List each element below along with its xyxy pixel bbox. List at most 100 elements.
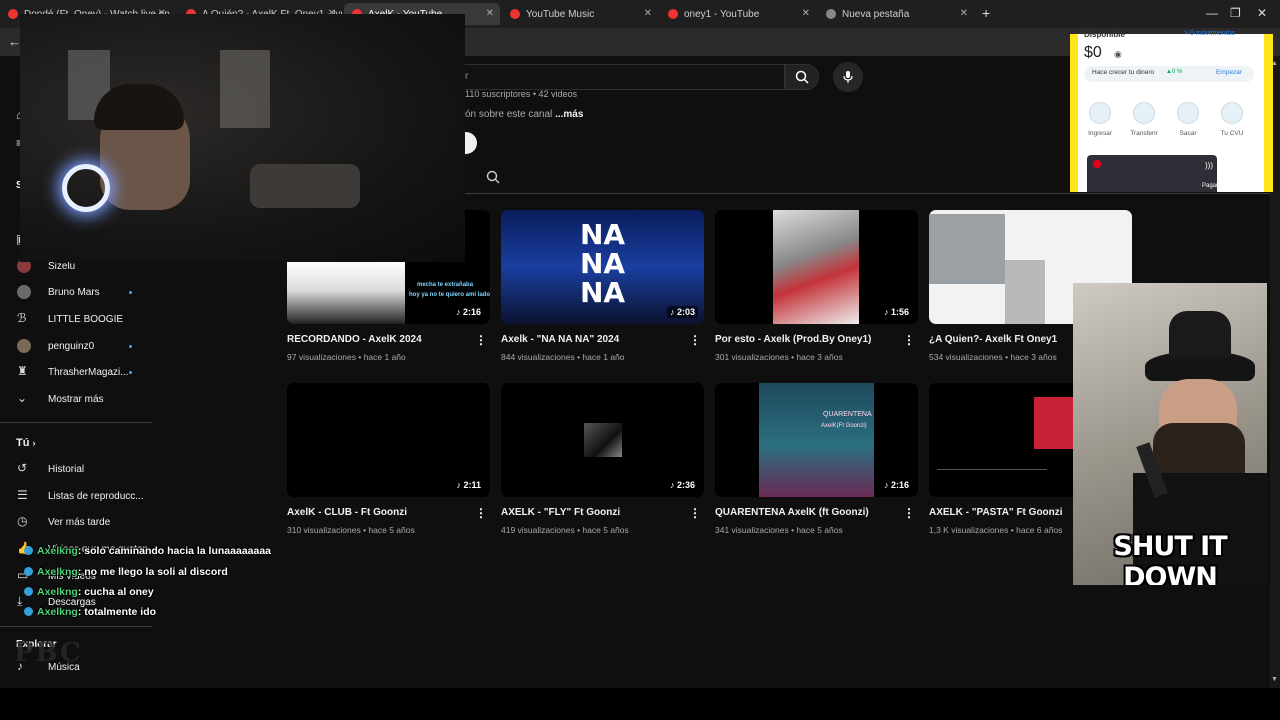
mastercard-icon xyxy=(1093,160,1101,168)
video-meta: 310 visualizaciones • hace 5 años xyxy=(287,525,415,535)
video-card[interactable]: ♪ 2:11 AxelK - CLUB - Ft Goonzi 310 visu… xyxy=(287,383,490,535)
video-thumbnail[interactable]: NA NA NA ♪ 2:03 xyxy=(501,210,704,324)
close-tab-icon[interactable]: ✕ xyxy=(644,8,652,19)
deposit-button[interactable]: Ingresar xyxy=(1080,102,1120,137)
video-card[interactable]: QUARENTENA AxelK(Ft Goonzi) ♪ 2:16 QUARE… xyxy=(715,383,918,535)
sidebar-divider xyxy=(0,626,152,627)
video-thumbnail[interactable]: QUARENTENA AxelK(Ft Goonzi) ♪ 2:16 xyxy=(715,383,918,497)
withdraw-button[interactable]: Sacar xyxy=(1168,102,1208,137)
taskbar xyxy=(0,688,1280,720)
avatar-icon xyxy=(17,285,31,299)
sidebar-item-playlists[interactable]: ☰ Listas de reproducc... xyxy=(0,484,152,510)
close-tab-icon[interactable]: ✕ xyxy=(802,8,810,19)
voice-search-button[interactable] xyxy=(833,62,863,92)
headset-light xyxy=(62,164,110,212)
eye-icon[interactable]: ◉ xyxy=(1114,49,1122,60)
browser-tab[interactable]: Nueva pestaña ✕ xyxy=(818,3,974,25)
close-tab-icon[interactable]: ✕ xyxy=(486,8,494,19)
chat-message: Axelkng: no me llego la soli al discord xyxy=(24,566,228,578)
video-thumbnail[interactable]: ♪ 2:11 xyxy=(287,383,490,497)
chat-user-icon xyxy=(24,567,33,576)
avatar-icon: ♜ xyxy=(17,364,28,378)
microphone-icon xyxy=(843,71,853,83)
tab-favicon-icon xyxy=(8,9,18,19)
shorts-note-icon: ♪ xyxy=(455,307,461,317)
video-title[interactable]: AxelK - CLUB - Ft Goonzi xyxy=(287,507,472,518)
shorts-note-icon: ♪ xyxy=(456,480,461,490)
more-options-icon[interactable]: ⋮ xyxy=(475,506,487,520)
sidebar-item-watch-later[interactable]: ◷ Ver más tarde xyxy=(0,510,152,536)
withdraw-icon xyxy=(1177,102,1199,124)
youtube-icon xyxy=(668,9,678,19)
maximize-icon[interactable]: ❐ xyxy=(1230,6,1241,20)
channel-search-icon[interactable] xyxy=(486,170,500,189)
video-card[interactable]: ♪ 1:56 Por esto - Axelk (Prod.By Oney1) … xyxy=(715,210,918,362)
more-options-icon[interactable]: ⋮ xyxy=(903,506,915,520)
minimize-icon[interactable]: — xyxy=(1206,6,1218,20)
sidebar-item-penguinz0[interactable]: penguinz0 xyxy=(0,334,152,360)
video-title[interactable]: QUARENTENA AxelK (ft Goonzi) xyxy=(715,507,900,518)
more-options-icon[interactable]: ⋮ xyxy=(475,333,487,347)
new-tab-page-icon xyxy=(826,9,836,19)
video-meta: 341 visualizaciones • hace 5 años xyxy=(715,525,843,535)
new-content-dot xyxy=(129,371,132,374)
meme-caption: SHUT IT DOWN xyxy=(1113,531,1227,585)
video-meta: 301 visualizaciones • hace 3 años xyxy=(715,352,843,362)
video-title[interactable]: AXELK - "FLY" Ft Goonzi xyxy=(501,507,686,518)
wallet-overlay: Disponible > 0 movimientos $0 ◉ Hace cre… xyxy=(1070,30,1273,192)
more-link[interactable]: ...más xyxy=(555,109,583,120)
shorts-note-icon: ♪ xyxy=(883,480,889,490)
card-preview[interactable]: ))) Pagar xyxy=(1087,155,1218,192)
sidebar-item-little-boogie[interactable]: ℬ LITTLE BOOGIE xyxy=(0,307,152,333)
chat-message: Axelkng: solo caminando hacia la lunaaaa… xyxy=(24,545,271,557)
channel-stats: 110 suscriptores • 42 videos xyxy=(465,89,578,99)
more-options-icon[interactable]: ⋮ xyxy=(689,333,701,347)
wallet-balance: $0 xyxy=(1084,44,1102,61)
shorts-note-icon: ♪ xyxy=(669,307,675,317)
sidebar-show-more[interactable]: ⌄ Mostrar más xyxy=(0,387,152,413)
transfer-button[interactable]: Transferir xyxy=(1124,102,1164,137)
history-icon: ↺ xyxy=(17,461,28,475)
chat-user-icon xyxy=(24,546,33,555)
invest-row[interactable]: Hace crecer tu dinero ▲0 % Empezar xyxy=(1084,66,1254,82)
download-icon: ⤓ xyxy=(17,594,23,608)
video-meta: 534 visualizaciones • hace 3 años xyxy=(929,352,1057,362)
more-options-icon[interactable]: ⋮ xyxy=(689,506,701,520)
clock-icon: ◷ xyxy=(17,514,28,528)
hat-crown xyxy=(1169,311,1231,359)
channel-about[interactable]: ón sobre este canal ...más xyxy=(465,109,583,120)
duration-badge: ♪ 2:11 xyxy=(453,479,484,491)
video-thumbnail[interactable]: ♪ 2:36 xyxy=(501,383,704,497)
contactless-icon: ))) xyxy=(1205,161,1213,170)
shorts-note-icon: ♪ xyxy=(883,307,889,317)
bed xyxy=(250,164,360,208)
video-card[interactable]: ♪ 2:36 AXELK - "FLY" Ft Goonzi 419 visua… xyxy=(501,383,704,535)
video-title[interactable]: Por esto - Axelk (Prod.By Oney1) xyxy=(715,334,900,345)
close-tab-icon[interactable]: ✕ xyxy=(960,8,968,19)
sidebar-item-thrasher[interactable]: ♜ ThrasherMagazi... xyxy=(0,360,152,386)
meme-overlay: SHUT IT DOWN xyxy=(1073,283,1267,585)
new-tab-button[interactable]: + xyxy=(982,5,990,21)
duration-badge: ♪ 2:03 xyxy=(666,306,698,318)
watermark-logo: PBC xyxy=(14,638,83,668)
sidebar-item-bruno-mars[interactable]: Bruno Mars xyxy=(0,280,152,306)
sidebar-item-history[interactable]: ↺ Historial xyxy=(0,457,152,483)
more-options-icon[interactable]: ⋮ xyxy=(903,333,915,347)
search-button[interactable] xyxy=(785,64,819,90)
video-title[interactable]: RECORDANDO - AxelK 2024 xyxy=(287,334,472,345)
scroll-down-icon[interactable]: ▼ xyxy=(1271,676,1278,683)
video-thumbnail[interactable]: ♪ 1:56 xyxy=(715,210,918,324)
close-window-icon[interactable]: ✕ xyxy=(1257,6,1267,20)
browser-tab[interactable]: YouTube Music ✕ xyxy=(502,3,658,25)
sidebar-you-heading[interactable]: Tú › xyxy=(16,437,36,449)
cvu-button[interactable]: Tu CVU xyxy=(1212,102,1252,137)
video-meta: 97 visualizaciones • hace 1 año xyxy=(287,352,406,362)
video-title[interactable]: Axelk - "NA NA NA" 2024 xyxy=(501,334,686,345)
duration-badge: ♪ 1:56 xyxy=(880,306,912,318)
new-content-dot xyxy=(129,345,132,348)
search-input[interactable]: r xyxy=(465,64,785,90)
cvu-icon xyxy=(1221,102,1243,124)
duration-badge: ♪ 2:16 xyxy=(880,479,912,491)
video-card[interactable]: NA NA NA ♪ 2:03 Axelk - "NA NA NA" 2024 … xyxy=(501,210,704,362)
browser-tab[interactable]: oney1 - YouTube ✕ xyxy=(660,3,816,25)
